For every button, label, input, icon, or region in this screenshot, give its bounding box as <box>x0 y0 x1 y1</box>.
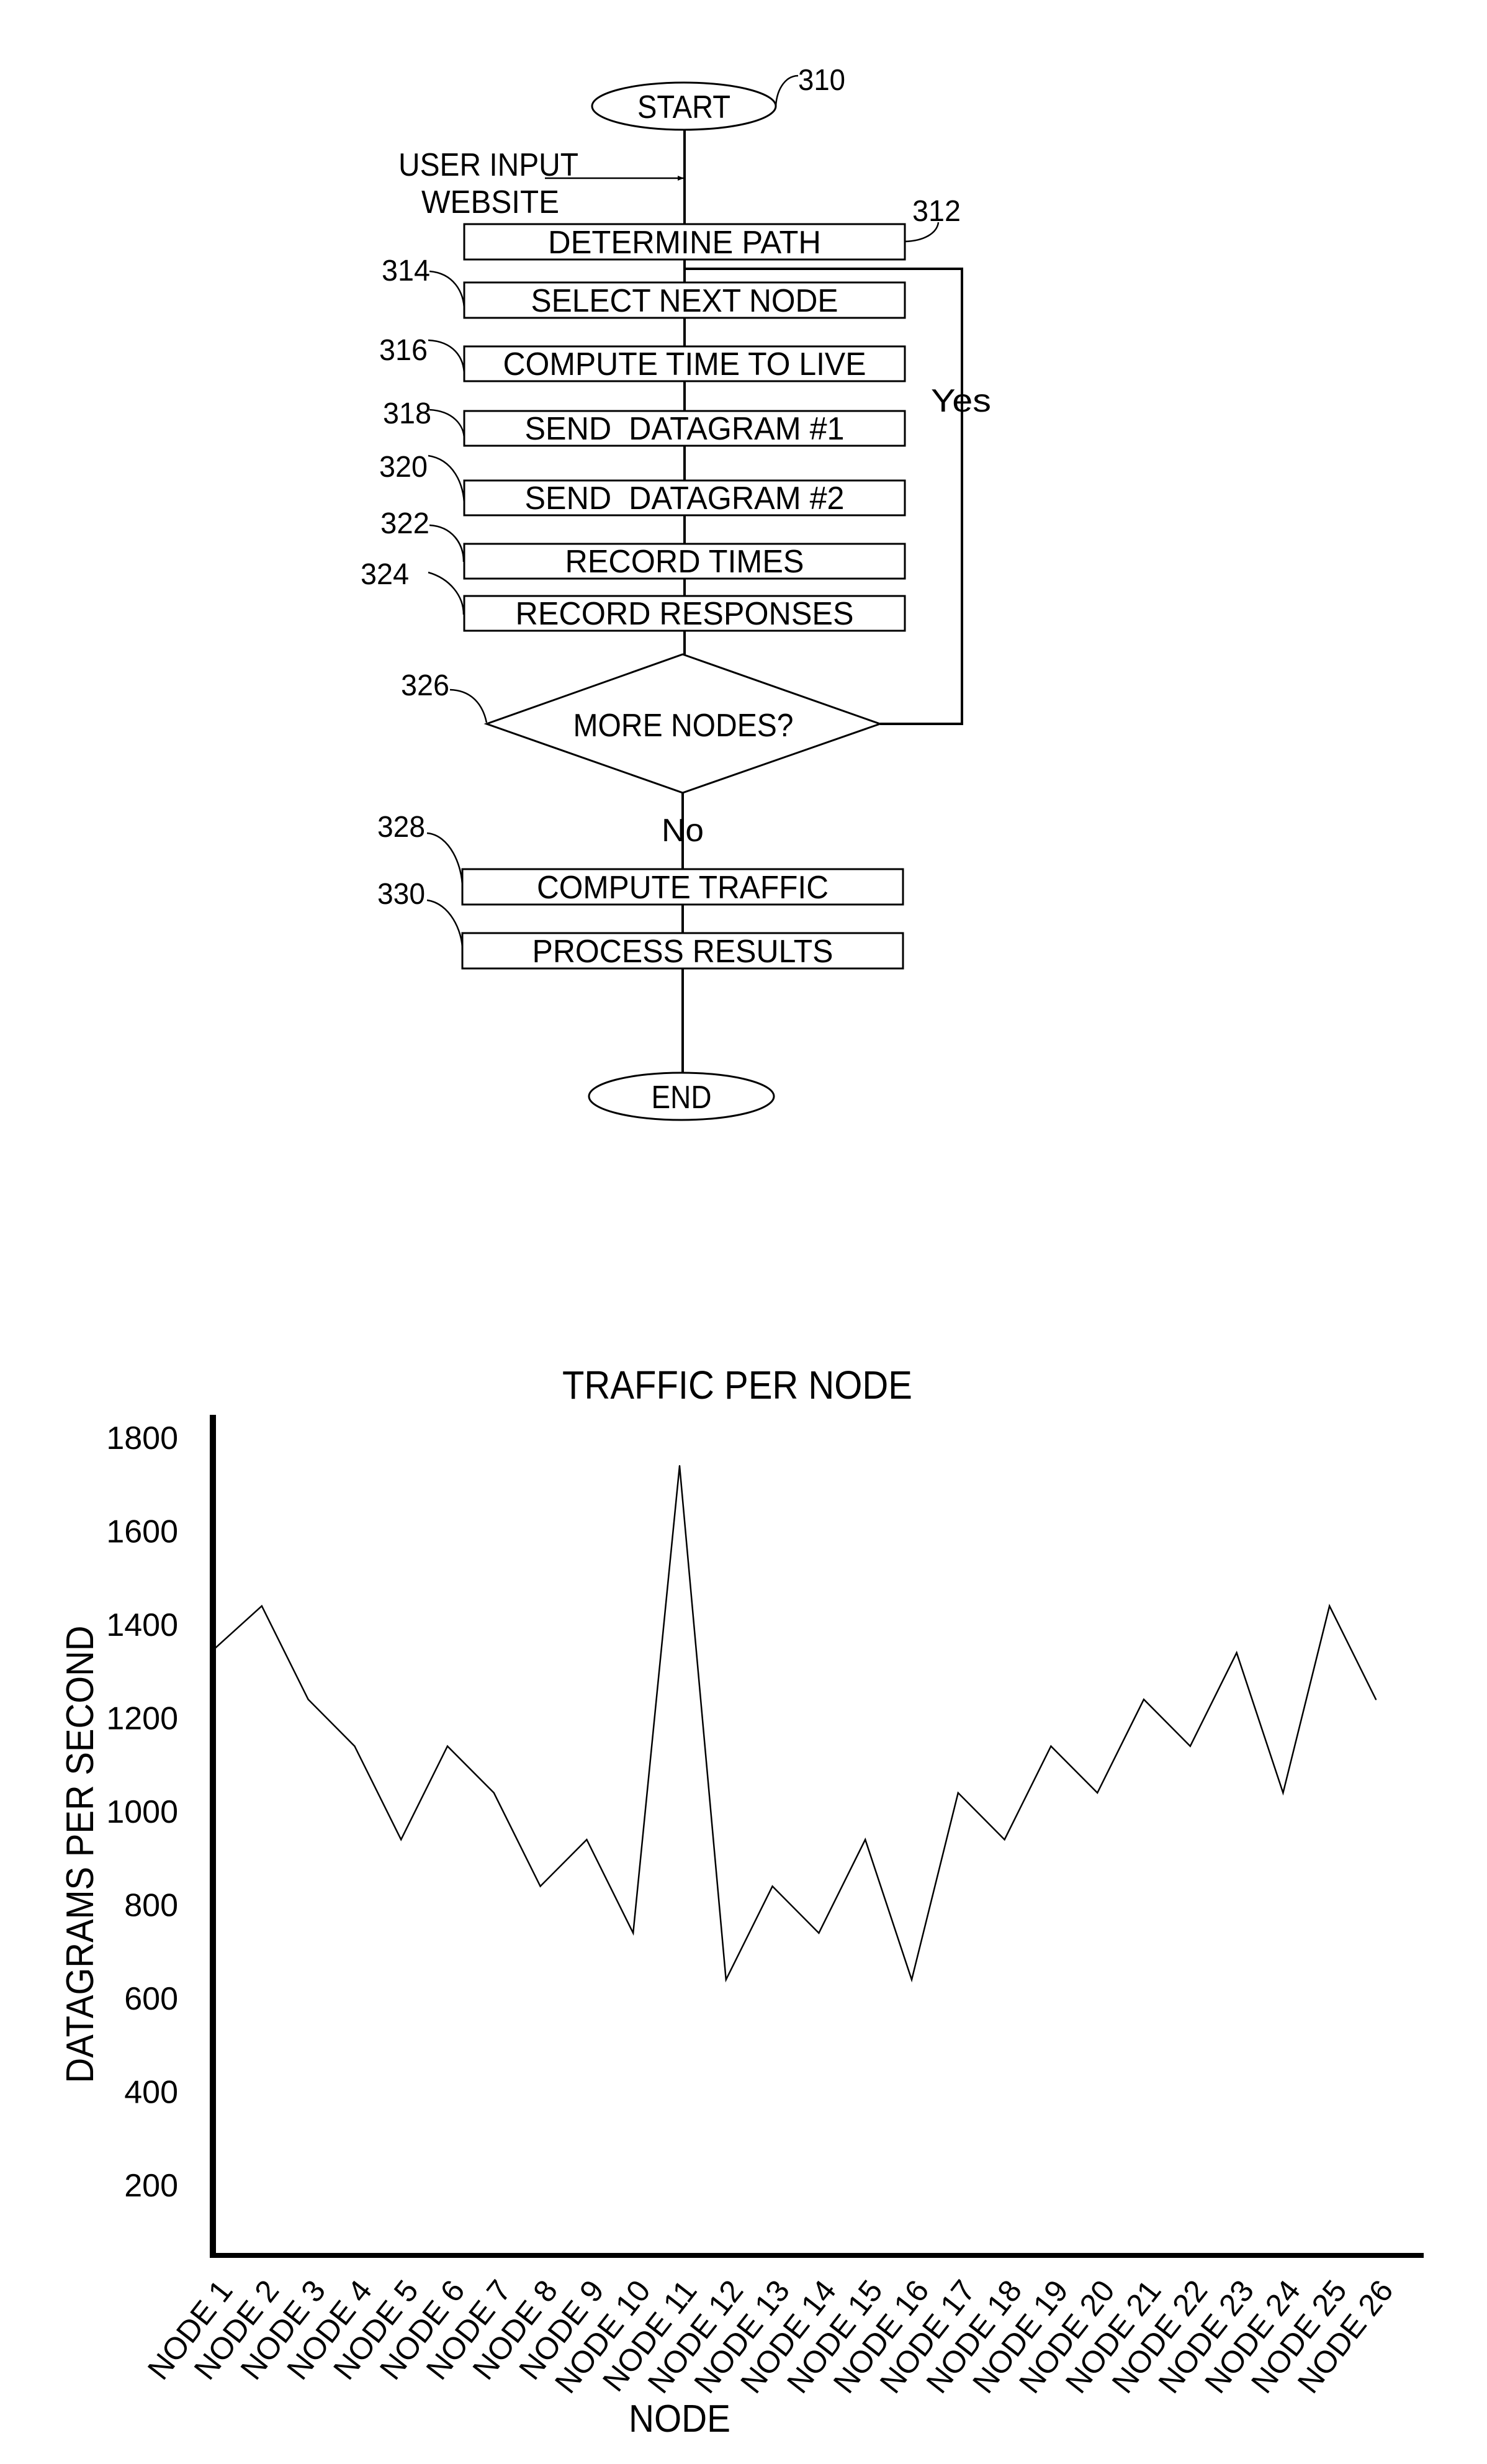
data-point <box>957 1792 959 1794</box>
y-tick-label: 400 <box>124 2075 178 2111</box>
x-tick-labels: NODE 1NODE 2NODE 3NODE 4NODE 5NODE 6NODE… <box>141 2273 1400 2399</box>
no-label: No <box>662 813 704 849</box>
step-label: COMPUTE TRAFFIC <box>537 870 829 906</box>
y-tick-label: 1200 <box>106 1701 178 1737</box>
data-point <box>1097 1792 1098 1794</box>
y-tick-label: 1400 <box>106 1607 178 1643</box>
leader-316 <box>428 339 465 376</box>
step-label: COMPUTE TIME TO LIVE <box>503 346 866 382</box>
data-point <box>910 1979 913 1981</box>
ref-312: 312 <box>912 195 961 228</box>
decision-more-nodes: MORE NODES? 326 <box>401 653 883 794</box>
ref-330: 330 <box>377 878 425 911</box>
leader-318 <box>429 408 465 440</box>
data-point <box>1050 1745 1052 1747</box>
data-point <box>865 1838 866 1841</box>
leader-326 <box>449 688 488 723</box>
step-label: SELECT NEXT NODE <box>531 283 838 319</box>
ref-318: 318 <box>383 397 431 430</box>
leader-314 <box>429 270 465 311</box>
data-point <box>1189 1745 1192 1747</box>
leader-324 <box>428 571 465 615</box>
data-point <box>632 1932 634 1934</box>
data-point <box>400 1838 402 1841</box>
step-send-datagram-2: SEND DATAGRAM #2 320 <box>379 451 906 517</box>
leader-322 <box>429 524 465 562</box>
data-point <box>214 1647 217 1649</box>
data-point <box>1375 1699 1377 1700</box>
flowchart: START 310 USER INPUT WEBSITE DETERMINE P… <box>361 64 991 1121</box>
step-select-next-node: SELECT NEXT NODE 314 <box>382 255 906 319</box>
ref-324: 324 <box>361 558 409 591</box>
ref-310: 310 <box>798 64 845 97</box>
y-tick-label: 800 <box>124 1888 178 1924</box>
step-label: SEND DATAGRAM #2 <box>525 481 845 517</box>
data-point <box>586 1838 588 1841</box>
leader-328 <box>426 832 464 888</box>
decision-label: MORE NODES? <box>573 708 794 744</box>
data-point <box>1004 1838 1005 1841</box>
end-label: END <box>652 1080 712 1116</box>
data-point <box>307 1699 309 1700</box>
data-point <box>493 1792 495 1794</box>
step-label: DETERMINE PATH <box>548 225 821 261</box>
ref-314: 314 <box>382 255 430 287</box>
data-point <box>678 1464 681 1467</box>
ref-320: 320 <box>379 451 428 484</box>
end-terminator: END <box>588 1072 775 1121</box>
data-point <box>1236 1651 1238 1654</box>
traffic-chart: TRAFFIC PER NODE DATAGRAMS PER SECOND NO… <box>59 1363 1424 2440</box>
step-label: SEND DATAGRAM #1 <box>525 411 845 447</box>
step-send-datagram-1: SEND DATAGRAM #1 318 <box>383 397 906 447</box>
y-axis-title: DATAGRAMS PER SECOND <box>59 1626 102 2083</box>
ref-322: 322 <box>380 507 429 540</box>
data-point <box>771 1885 773 1887</box>
step-label: RECORD TIMES <box>565 544 804 580</box>
website-label: WEBSITE <box>421 184 559 220</box>
y-tick-labels: 200 400 600 800 1000 1200 1400 1600 1800 <box>106 1420 178 2204</box>
step-label: RECORD RESPONSES <box>516 596 854 632</box>
ref-326: 326 <box>401 669 449 702</box>
data-point <box>354 1745 356 1747</box>
leader-320 <box>428 454 465 507</box>
data-point <box>1329 1605 1331 1607</box>
step-compute-traffic: COMPUTE TRAFFIC 328 <box>377 811 904 906</box>
patent-figure: START 310 USER INPUT WEBSITE DETERMINE P… <box>59 64 1424 2440</box>
data-point <box>1282 1792 1284 1794</box>
traffic-series-line <box>215 1466 1377 1983</box>
yes-label: Yes <box>931 383 991 419</box>
data-point <box>539 1885 541 1887</box>
y-tick-label: 600 <box>124 1981 178 2017</box>
y-tick-label: 200 <box>124 2168 178 2204</box>
data-point <box>818 1932 820 1934</box>
start-label: START <box>637 89 730 125</box>
step-compute-ttl: COMPUTE TIME TO LIVE 316 <box>379 334 906 382</box>
data-point <box>261 1605 263 1607</box>
ref-316: 316 <box>379 334 428 367</box>
x-axis-title: NODE <box>629 2398 730 2440</box>
leader-310 <box>775 74 799 107</box>
data-point <box>725 1979 727 1981</box>
start-terminator: START <box>591 81 777 131</box>
y-tick-label: 1800 <box>106 1420 178 1456</box>
data-point <box>446 1745 449 1747</box>
ref-328: 328 <box>377 811 425 844</box>
y-tick-label: 1600 <box>106 1514 178 1550</box>
data-point <box>1143 1699 1145 1700</box>
step-label: PROCESS RESULTS <box>532 934 833 970</box>
y-tick-label: 1000 <box>106 1794 178 1830</box>
chart-title: TRAFFIC PER NODE <box>562 1363 912 1407</box>
leader-330 <box>426 899 464 950</box>
step-record-times: RECORD TIMES 322 <box>380 507 906 580</box>
